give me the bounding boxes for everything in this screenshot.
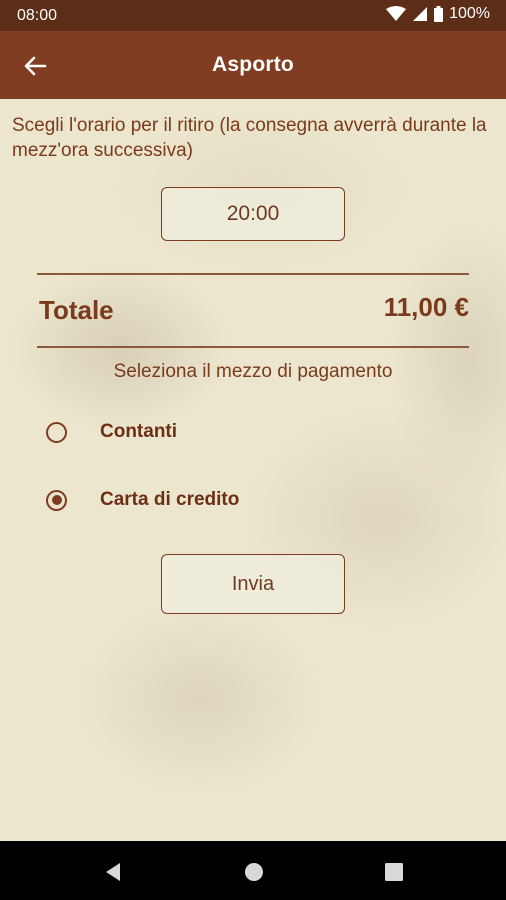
navigation-bar [0,841,506,900]
total-label: Totale [39,295,114,325]
nav-home-icon[interactable] [243,861,265,883]
payment-method-label: Seleziona il mezzo di pagamento [113,361,393,382]
page-title: Asporto [212,53,294,76]
radio-unchecked-icon[interactable] [46,421,67,443]
nav-back-icon[interactable] [102,861,124,883]
pickup-time-button[interactable]: 20:00 [161,187,345,241]
pickup-instruction: Scegli l'orario per il ritiro (la conseg… [12,115,487,161]
payment-option-cash[interactable]: Contanti [46,417,177,447]
divider [37,346,469,348]
payment-option-credit-card[interactable]: Carta di credito [46,485,239,515]
signal-icon [412,6,428,22]
divider [37,273,469,275]
status-time: 08:00 [17,7,58,24]
send-button[interactable]: Invia [161,554,345,614]
takeaway-form: Scegli l'orario per il ritiro (la conseg… [0,99,506,841]
battery-level: 100% [449,5,490,22]
status-icons: 100% [386,5,490,23]
wifi-icon [386,6,407,22]
payment-option-label: Contanti [100,421,178,442]
app-bar: Asporto [0,31,506,99]
payment-option-label: Carta di credito [100,489,240,510]
total-value: 11,00 € [383,292,469,322]
radio-checked-icon[interactable] [46,489,67,511]
battery-icon [434,6,444,22]
nav-recents-icon[interactable] [383,861,405,883]
status-bar: 08:00 100% [0,0,506,31]
